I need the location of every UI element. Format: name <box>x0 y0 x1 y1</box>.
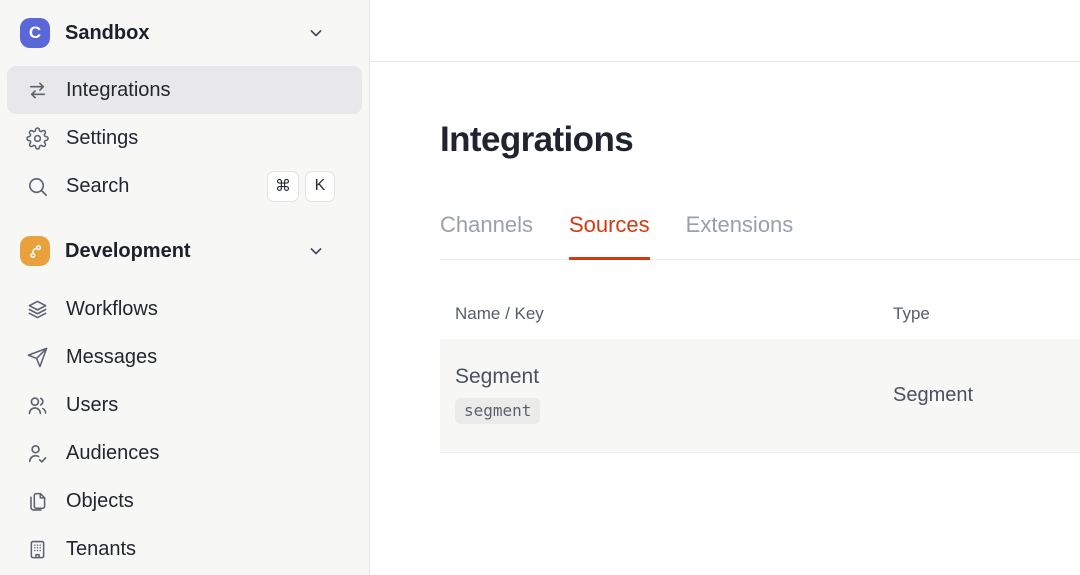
sidebar-item-users[interactable]: Users <box>7 381 362 429</box>
transfer-arrows-icon <box>25 78 49 102</box>
git-branch-icon <box>20 236 50 266</box>
gear-icon <box>25 126 49 150</box>
source-type-cell: Segment <box>893 384 974 406</box>
command-key: ⌘ <box>267 170 299 202</box>
paper-plane-icon <box>25 345 49 369</box>
tab-extensions[interactable]: Extensions <box>686 212 794 259</box>
search-shortcut: ⌘ K <box>267 170 335 202</box>
top-bar <box>370 0 1080 62</box>
main-area: Integrations Channels Sources Extensions… <box>370 0 1080 575</box>
sidebar-item-tenants[interactable]: Tenants <box>7 525 362 573</box>
chevron-down-icon <box>306 241 326 261</box>
sidebar-item-label: Messages <box>66 345 158 368</box>
workspace-logo-letter: C <box>28 23 42 42</box>
sidebar-item-workflows[interactable]: Workflows <box>7 285 362 333</box>
sidebar-item-messages[interactable]: Messages <box>7 333 362 381</box>
sidebar-item-label: Settings <box>66 126 139 149</box>
sidebar-item-label: Integrations <box>66 78 171 101</box>
source-name-cell: Segment segment <box>440 351 893 440</box>
table-header: Name / Key Type <box>440 260 1080 339</box>
copy-pages-icon <box>25 489 49 513</box>
workspace-logo-c: C <box>20 18 50 48</box>
column-header-type: Type <box>893 304 930 323</box>
source-key-badge: segment <box>455 398 541 424</box>
sidebar-item-settings[interactable]: Settings <box>7 114 362 162</box>
tab-sources[interactable]: Sources <box>568 212 650 260</box>
sidebar-item-objects[interactable]: Objects <box>7 477 362 525</box>
section-name: Development <box>65 239 191 262</box>
source-name: Segment <box>455 365 540 388</box>
column-header-name-key: Name / Key <box>455 304 544 323</box>
workspace-switcher[interactable]: C Sandbox <box>7 9 362 57</box>
tab-channels[interactable]: Channels <box>440 212 533 259</box>
k-key: K <box>305 170 335 202</box>
table-row[interactable]: Segment segment Segment <box>440 339 1080 453</box>
layers-icon <box>25 297 49 321</box>
sidebar-item-label: Users <box>66 393 119 416</box>
workspace-name: Sandbox <box>65 21 150 44</box>
two-users-icon <box>25 393 49 417</box>
building-icon <box>25 537 49 561</box>
sidebar-item-audiences[interactable]: Audiences <box>7 429 362 477</box>
integrations-page: Integrations Channels Sources Extensions… <box>370 62 1080 453</box>
sidebar-item-label: Audiences <box>66 441 160 464</box>
sidebar-item-label: Search <box>66 174 130 197</box>
sidebar-item-search[interactable]: Search ⌘ K <box>7 162 362 210</box>
integrations-tabs: Channels Sources Extensions <box>440 212 1080 260</box>
sidebar-section-development[interactable]: Development <box>7 227 362 275</box>
sidebar-item-label: Objects <box>66 489 134 512</box>
sidebar-item-label: Tenants <box>66 537 137 560</box>
sidebar-item-label: Workflows <box>66 297 158 320</box>
sidebar-item-integrations[interactable]: Integrations <box>7 66 362 114</box>
page-title: Integrations <box>440 120 634 159</box>
sidebar: C Sandbox Integrations Settings Search ⌘… <box>0 0 370 575</box>
user-check-icon <box>25 441 49 465</box>
search-icon <box>25 174 49 198</box>
chevron-down-icon <box>306 23 326 43</box>
